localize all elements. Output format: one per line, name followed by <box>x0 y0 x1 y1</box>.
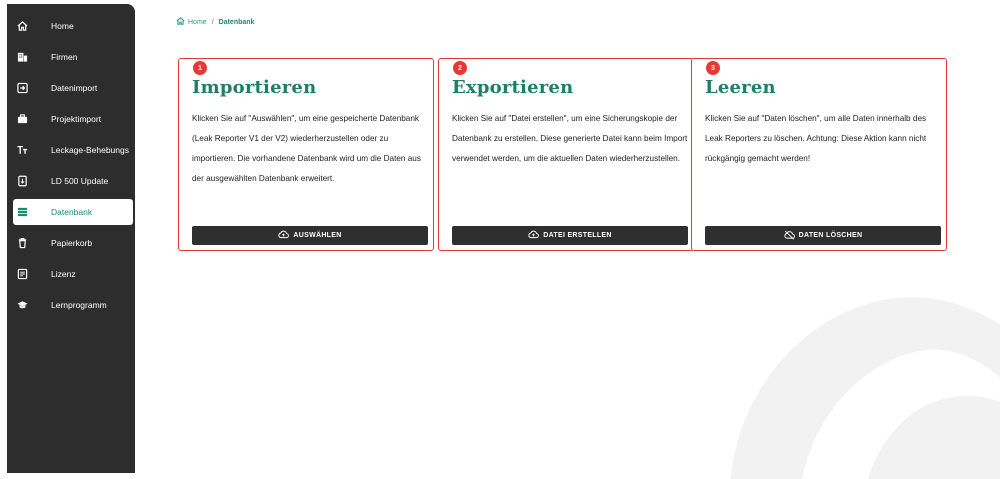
breadcrumb-current: Datenbank <box>218 18 255 26</box>
sidebar-item-lizenz[interactable]: Lizenz <box>7 261 135 287</box>
step-badge: 2 <box>453 61 467 75</box>
sidebar-item-label: Firmen <box>51 52 78 62</box>
cloud-off-icon <box>784 230 795 242</box>
sidebar-item-lernprogramm[interactable]: Lernprogramm <box>7 292 135 318</box>
sidebar: Home Firmen Datenimport Projektimport Le… <box>7 4 135 473</box>
delete-data-button[interactable]: DATEN LÖSCHEN <box>705 226 941 245</box>
sidebar-item-firmen[interactable]: Firmen <box>7 44 135 70</box>
briefcase-icon <box>17 114 28 125</box>
home-icon[interactable] <box>176 17 185 27</box>
sidebar-item-ld500-update[interactable]: LD 500 Update <box>7 168 135 194</box>
import-icon <box>17 82 28 94</box>
card-title: Importieren <box>192 77 317 98</box>
building-icon <box>17 52 28 63</box>
step-badge: 1 <box>193 61 207 75</box>
card-description: Klicken Sie auf "Daten löschen", um alle… <box>705 114 927 163</box>
card-title: Leeren <box>705 77 776 98</box>
cloud-upload-icon <box>278 230 290 241</box>
device-update-icon <box>17 175 28 187</box>
card-description: Klicken Sie auf "Auswählen", um eine ges… <box>192 114 421 183</box>
sidebar-item-datenbank[interactable]: Datenbank <box>13 199 133 225</box>
app-window: Home Firmen Datenimport Projektimport Le… <box>0 0 1000 479</box>
sidebar-item-label: LD 500 Update <box>51 176 109 186</box>
breadcrumb: Home / Datenbank <box>176 17 254 27</box>
export-card: 2 Exportieren Klicken Sie auf "Datei ers… <box>438 58 694 251</box>
sidebar-item-label: Datenbank <box>51 207 93 217</box>
sidebar-item-label: Datenimport <box>51 83 98 93</box>
trash-icon <box>17 238 28 249</box>
text-icon <box>17 145 28 156</box>
sidebar-item-label: Home <box>51 21 74 31</box>
sidebar-item-home[interactable]: Home <box>7 13 135 39</box>
button-label: DATEI ERSTELLEN <box>543 232 612 239</box>
button-label: AUSWÄHLEN <box>293 232 342 239</box>
clear-card: 3 Leeren Klicken Sie auf "Daten löschen"… <box>691 58 947 251</box>
step-badge: 3 <box>706 61 720 75</box>
button-label: DATEN LÖSCHEN <box>798 232 863 239</box>
sidebar-item-label: Lizenz <box>51 269 76 279</box>
sidebar-item-projektimport[interactable]: Projektimport <box>7 106 135 132</box>
sidebar-item-label: Papierkorb <box>51 238 93 248</box>
create-file-button[interactable]: DATEI ERSTELLEN <box>452 226 688 245</box>
sidebar-item-label: Projektimport <box>51 114 102 124</box>
logo-watermark-icon <box>730 297 1000 479</box>
breadcrumb-separator: / <box>211 18 214 26</box>
sidebar-item-label: Leckage-Behebungs <box>51 145 129 155</box>
card-description: Klicken Sie auf "Datei erstellen", um ei… <box>452 114 688 163</box>
sidebar-item-leckage-behebungs[interactable]: Leckage-Behebungs <box>7 137 135 163</box>
sidebar-item-label: Lernprogramm <box>51 300 107 310</box>
graduation-cap-icon <box>17 300 28 311</box>
breadcrumb-home-link[interactable]: Home <box>188 19 207 26</box>
database-icon <box>17 207 28 218</box>
import-card: 1 Importieren Klicken Sie auf "Auswählen… <box>178 58 434 251</box>
sidebar-item-papierkorb[interactable]: Papierkorb <box>7 230 135 256</box>
sidebar-item-datenimport[interactable]: Datenimport <box>7 75 135 101</box>
cloud-upload-icon <box>528 230 540 241</box>
card-title: Exportieren <box>452 77 574 98</box>
license-icon <box>17 268 28 280</box>
select-database-button[interactable]: AUSWÄHLEN <box>192 226 428 245</box>
home-icon <box>17 21 28 32</box>
